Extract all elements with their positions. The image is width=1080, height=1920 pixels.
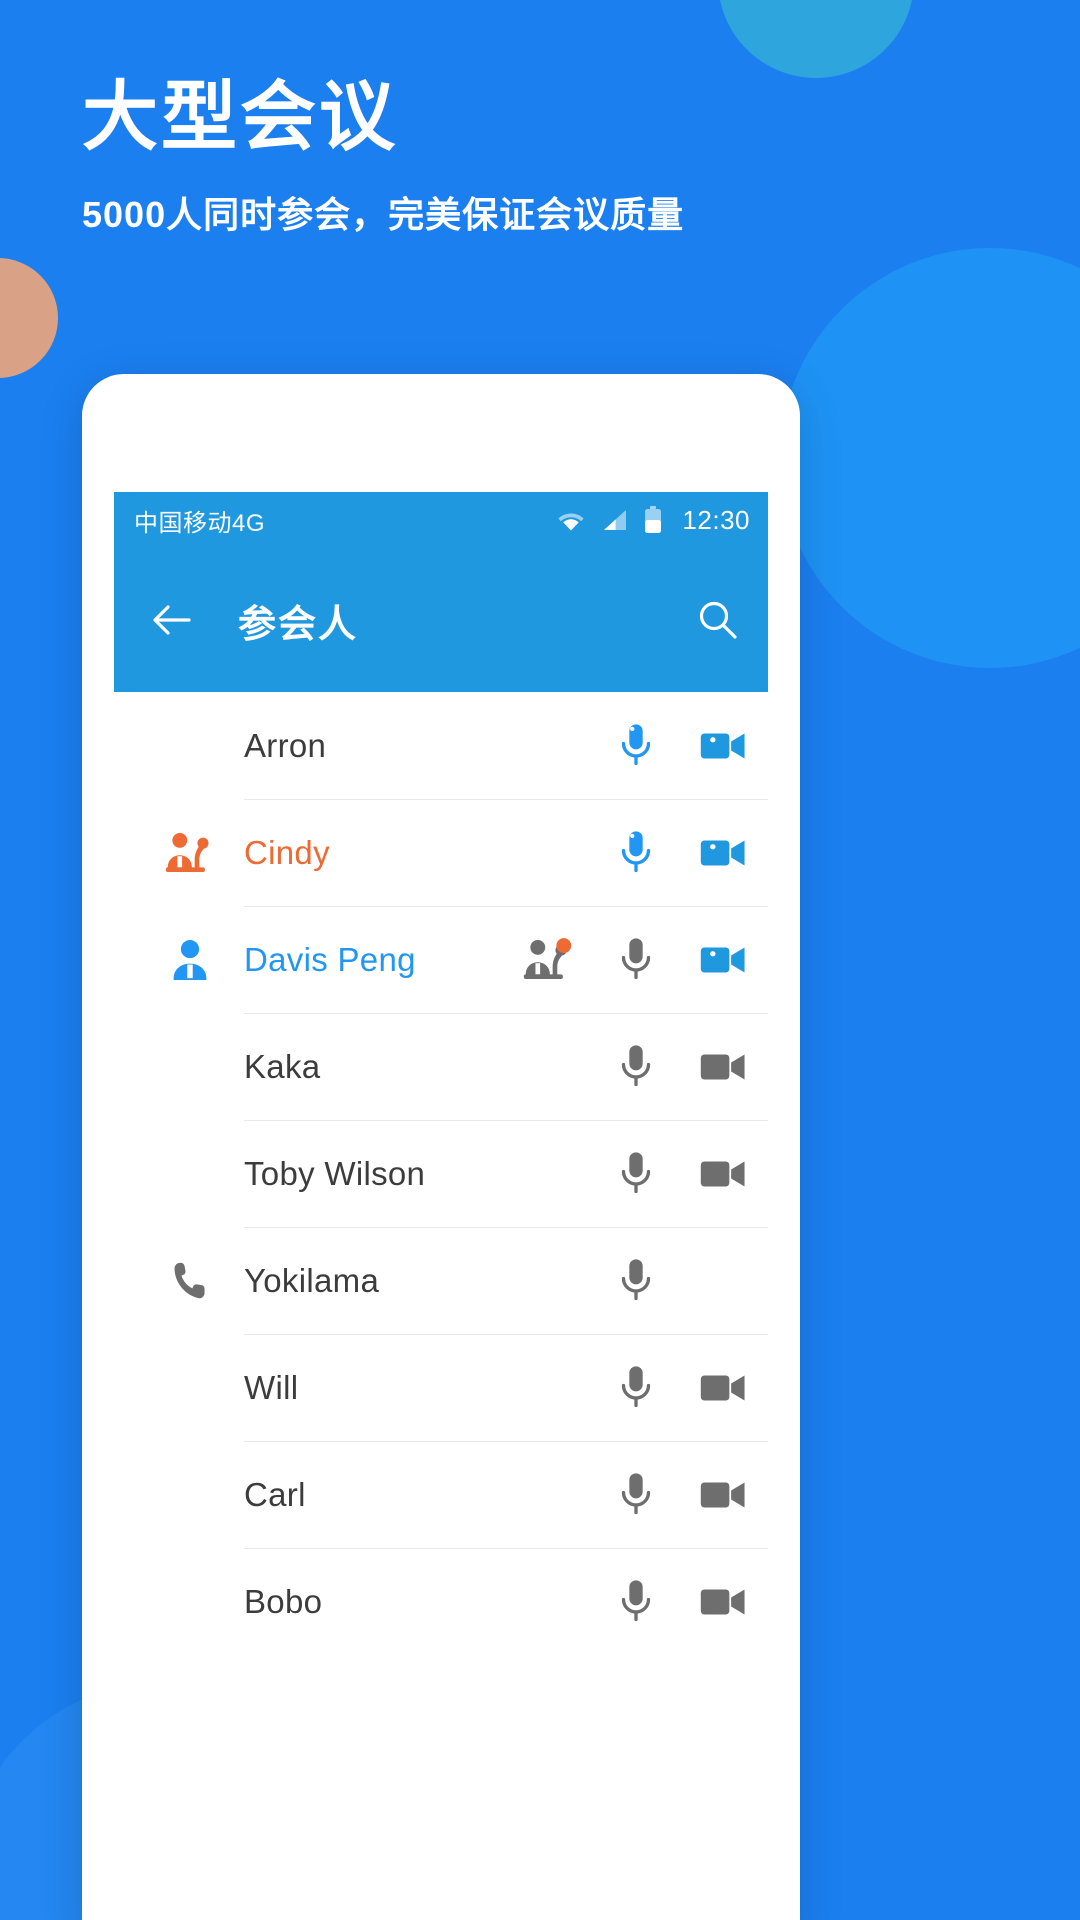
person-blue-icon xyxy=(136,938,244,982)
camera-on-icon[interactable] xyxy=(680,835,768,871)
signal-icon xyxy=(604,510,627,530)
raise-hand-badge-icon xyxy=(504,937,592,982)
page-title: 参会人 xyxy=(238,603,359,646)
phone-icon xyxy=(136,1260,244,1302)
battery-icon xyxy=(645,506,662,533)
participant-actions xyxy=(504,1256,768,1306)
participant-actions xyxy=(504,828,768,878)
status-icons: 12:30 xyxy=(556,505,750,536)
participant-name: Arron xyxy=(244,726,327,764)
status-bar: 中国移动4G 12:30 xyxy=(114,492,768,548)
camera-on-icon[interactable] xyxy=(680,942,768,978)
participant-row[interactable]: Cindy xyxy=(114,799,768,906)
microphone-off-icon[interactable] xyxy=(592,1149,680,1199)
microphone-off-icon[interactable] xyxy=(592,1363,680,1413)
participant-name: Davis Peng xyxy=(244,940,416,978)
camera-off-icon[interactable] xyxy=(680,1156,768,1192)
participant-row[interactable]: Davis Peng xyxy=(114,906,768,1013)
carrier-label: 中国移动4G xyxy=(134,509,266,537)
participant-row[interactable]: Kaka xyxy=(114,1013,768,1120)
promo-subtitle: 5000人同时参会，完美保证会议质量 xyxy=(82,193,685,235)
camera-off-icon[interactable] xyxy=(680,1584,768,1620)
participant-actions xyxy=(504,1042,768,1092)
microphone-on-icon[interactable] xyxy=(592,828,680,878)
participant-name: Kaka xyxy=(244,1047,321,1085)
microphone-off-icon[interactable] xyxy=(592,1470,680,1520)
microphone-off-icon[interactable] xyxy=(592,1042,680,1092)
camera-off-icon[interactable] xyxy=(680,1370,768,1406)
promo-headline: 大型会议 5000人同时参会，完美保证会议质量 xyxy=(82,78,684,238)
participant-actions xyxy=(504,1363,768,1413)
participant-row[interactable]: Will xyxy=(114,1334,768,1441)
participant-row[interactable]: Arron xyxy=(114,692,768,799)
participant-actions xyxy=(504,935,768,985)
participant-list[interactable]: Arron Cindy Davis Peng Kaka Toby Wilson Yokil… xyxy=(114,692,768,1655)
promo-title: 大型会议 xyxy=(82,75,398,160)
participant-row[interactable]: Yokilama xyxy=(114,1227,768,1334)
app-bar: 参会人 xyxy=(114,548,768,692)
search-icon[interactable] xyxy=(696,598,740,642)
participant-name: Carl xyxy=(244,1475,306,1513)
participant-name: Will xyxy=(244,1368,299,1406)
participant-name: Cindy xyxy=(244,833,330,871)
participant-name: Toby Wilson xyxy=(244,1154,426,1192)
microphone-on-icon[interactable] xyxy=(592,721,680,771)
phone-screen: 中国移动4G 12:30 参会人 Arron Cindy Davis Peng … xyxy=(114,492,768,1920)
decorative-circle-right xyxy=(780,248,1080,668)
participant-actions xyxy=(504,1149,768,1199)
presenter-orange-icon xyxy=(136,830,244,875)
phone-mockup: 中国移动4G 12:30 参会人 Arron Cindy Davis Peng … xyxy=(82,374,800,1920)
microphone-off-icon[interactable] xyxy=(592,1577,680,1627)
participant-actions xyxy=(504,1577,768,1627)
participant-actions xyxy=(504,721,768,771)
clock-label: 12:30 xyxy=(682,504,750,535)
participant-name: Yokilama xyxy=(244,1261,380,1299)
camera-off-icon[interactable] xyxy=(680,1049,768,1085)
participant-row[interactable]: Carl xyxy=(114,1441,768,1548)
participant-row[interactable]: Bobo xyxy=(114,1548,768,1655)
decorative-circle-top xyxy=(718,0,914,78)
back-arrow-icon[interactable] xyxy=(148,597,194,643)
camera-off-icon[interactable] xyxy=(680,1477,768,1513)
participant-row[interactable]: Toby Wilson xyxy=(114,1120,768,1227)
wifi-icon xyxy=(558,513,585,531)
decorative-circle-left xyxy=(0,258,58,378)
camera-on-icon[interactable] xyxy=(680,728,768,764)
microphone-off-icon[interactable] xyxy=(592,1256,680,1306)
microphone-off-icon[interactable] xyxy=(592,935,680,985)
participant-actions xyxy=(504,1470,768,1520)
participant-name: Bobo xyxy=(244,1582,323,1620)
